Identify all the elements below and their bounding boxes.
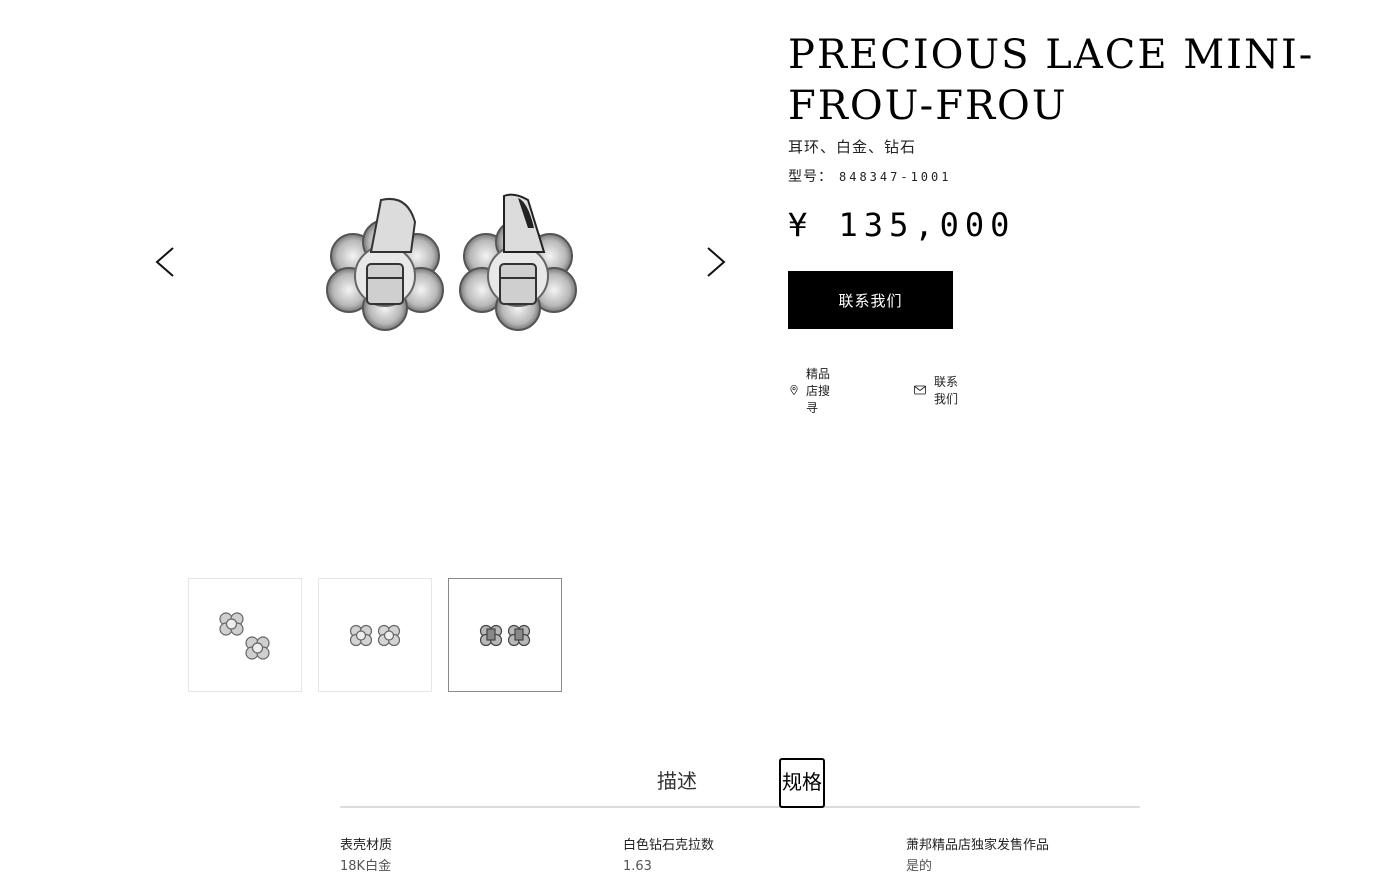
contact-link[interactable]: 联系我们: [914, 375, 959, 406]
model-number: 型号： 848347-1001: [788, 166, 951, 186]
thumbnail-2[interactable]: [318, 578, 432, 692]
product-title: PRECIOUS LACE MINI-FROU-FROU: [788, 32, 1315, 129]
product-price: ¥ 135,000: [788, 206, 1016, 244]
spec-value: 1.63: [623, 859, 652, 874]
model-label: 型号：: [788, 169, 833, 185]
location-pin-icon: [790, 385, 798, 396]
spec-value: 18K白金: [340, 859, 392, 874]
main-product-image: [300, 190, 600, 340]
product-gallery: [140, 180, 740, 350]
store-locator-label: 精品店搜寻: [806, 366, 831, 415]
product-page: PRECIOUS LACE MINI-FROU-FROU 耳环、白金、钻石 型号…: [0, 0, 1381, 887]
details-tabs: 描述 规格: [340, 758, 1140, 808]
gallery-next-button[interactable]: [696, 240, 736, 284]
product-subtitle: 耳环、白金、钻石: [788, 138, 917, 156]
spec-label: 白色钻石克拉数: [623, 838, 715, 853]
store-locator-link[interactable]: 精品店搜寻: [790, 367, 830, 415]
thumbnail-1[interactable]: [188, 578, 302, 692]
spec-item: 萧邦精品店独家发售作品 是的: [906, 836, 1049, 878]
envelope-icon: [914, 385, 926, 395]
spec-item: 表壳材质 18K白金: [340, 836, 392, 878]
thumbnail-3[interactable]: [448, 578, 562, 692]
tab-specifications[interactable]: 规格: [779, 758, 825, 808]
spec-value: 是的: [906, 859, 933, 874]
spec-label: 表壳材质: [340, 838, 393, 853]
chevron-right-icon: [707, 247, 726, 277]
contact-link-label: 联系我们: [934, 375, 959, 406]
chevron-left-icon: [155, 247, 174, 277]
spec-item: 白色钻石克拉数 1.63: [623, 836, 714, 878]
contact-us-button[interactable]: 联系我们: [788, 271, 953, 329]
gallery-prev-button[interactable]: [143, 240, 183, 284]
spec-label: 萧邦精品店独家发售作品: [906, 838, 1050, 853]
model-value: 848347-1001: [839, 170, 952, 184]
tab-description[interactable]: 描述: [657, 758, 697, 806]
